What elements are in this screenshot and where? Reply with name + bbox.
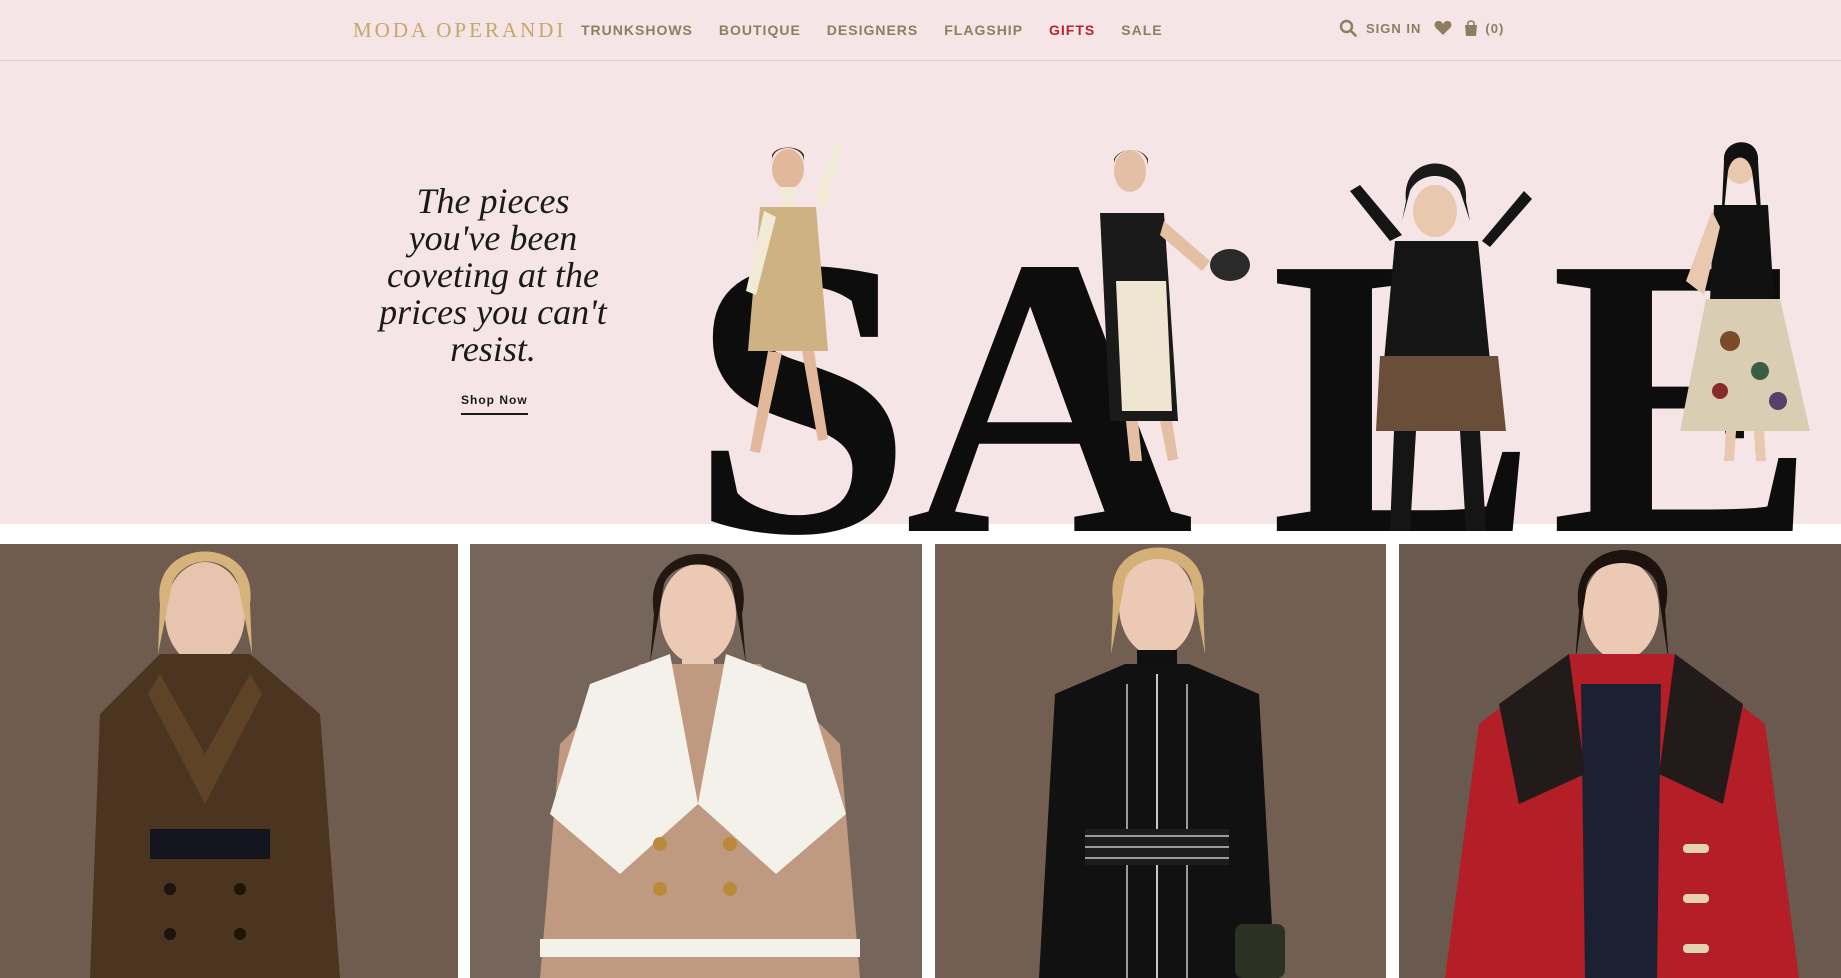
nav-sale[interactable]: SALE xyxy=(1121,22,1162,38)
utility-nav: SIGN IN (0) xyxy=(1338,18,1504,38)
nav-trunkshows[interactable]: TRUNKSHOWS xyxy=(581,22,693,38)
hero-banner[interactable]: The pieces you've been coveting at the p… xyxy=(0,61,1841,561)
featured-products xyxy=(0,544,1841,978)
product-image-1 xyxy=(0,544,458,978)
main-nav: TRUNKSHOWS BOUTIQUE DESIGNERS FLAGSHIP G… xyxy=(581,22,1189,38)
nav-designers[interactable]: DESIGNERS xyxy=(827,22,918,38)
shop-now-link[interactable]: Shop Now xyxy=(461,393,528,415)
sign-in-link[interactable]: SIGN IN xyxy=(1366,21,1421,36)
nav-flagship[interactable]: FLAGSHIP xyxy=(944,22,1023,38)
bag-count[interactable]: (0) xyxy=(1485,21,1504,36)
product-image-4 xyxy=(1399,544,1841,978)
heart-icon[interactable] xyxy=(1433,18,1453,38)
product-tile-3[interactable] xyxy=(935,544,1386,978)
product-image-2 xyxy=(470,544,922,978)
nav-gifts[interactable]: GIFTS xyxy=(1049,22,1095,38)
hero-tagline: The pieces you've been coveting at the p… xyxy=(379,181,607,369)
sale-hero-image[interactable]: S A L E xyxy=(690,131,1841,561)
site-header: MODA OPERANDI TRUNKSHOWS BOUTIQUE DESIGN… xyxy=(0,0,1841,61)
product-image-3 xyxy=(935,544,1386,978)
search-icon[interactable] xyxy=(1338,18,1358,38)
product-tile-1[interactable] xyxy=(0,544,458,978)
nav-boutique[interactable]: BOUTIQUE xyxy=(719,22,801,38)
product-tile-4[interactable] xyxy=(1399,544,1841,978)
logo[interactable]: MODA OPERANDI xyxy=(353,18,566,43)
product-tile-2[interactable] xyxy=(470,544,922,978)
shopping-bag-icon[interactable] xyxy=(1461,18,1481,38)
